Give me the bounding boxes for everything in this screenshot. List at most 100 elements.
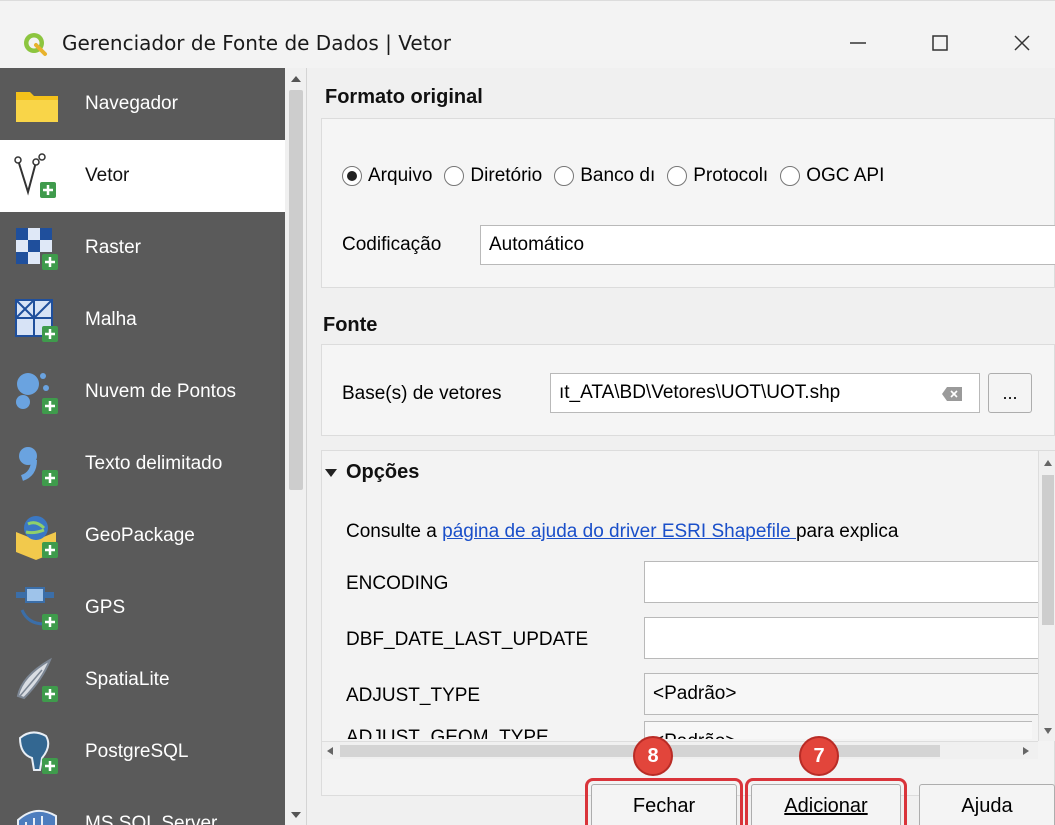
- vector-dataset-label: Base(s) de vetores: [342, 383, 502, 404]
- sidebar-item-postgresql[interactable]: PostgreSQL: [0, 716, 285, 788]
- sidebar-item-label: Vetor: [85, 165, 130, 186]
- options-horizontal-scrollbar[interactable]: [322, 741, 1038, 759]
- sidebar-item-label: Navegador: [85, 93, 178, 114]
- help-prefix: Consulte a: [346, 521, 443, 542]
- vector-dataset-input[interactable]: ıt_ATA\BD\Vetores\UOT\UOT.shp: [550, 373, 980, 413]
- radio-label: Banco dı: [580, 165, 656, 186]
- radio-indicator: [342, 166, 362, 186]
- vector-dataset-value: ıt_ATA\BD\Vetores\UOT\UOT.shp: [559, 382, 841, 403]
- scroll-left-icon: [327, 747, 333, 755]
- qgis-logo-icon: [24, 33, 47, 56]
- data-source-sidebar: Navegador Vetor Raster Malha Nuvem de Po…: [0, 68, 285, 825]
- help-suffix: para explica: [795, 521, 899, 542]
- section-title-formato: Formato original: [325, 86, 483, 108]
- option-label-adjust-geom-type: ADJUST_GEOM_TYPE: [346, 727, 549, 739]
- section-title-opcoes: Opções: [346, 461, 420, 483]
- sidebar-item-vetor[interactable]: Vetor: [0, 140, 285, 212]
- sidebar-item-label: GPS: [85, 597, 126, 618]
- option-label-adjust-type: ADJUST_TYPE: [346, 685, 481, 706]
- radio-indicator: [444, 166, 465, 186]
- sidebar-item-raster[interactable]: Raster: [0, 212, 285, 284]
- gps-icon: [16, 587, 58, 630]
- clipped-row: ADJUST_GEOM_TYPE <Padrão>: [322, 719, 1032, 739]
- highlight-close-button: [585, 778, 743, 825]
- maximize-button[interactable]: [912, 21, 968, 65]
- close-icon: [1014, 35, 1030, 51]
- sidebar-item-label: SpatiaLite: [85, 669, 170, 690]
- minimize-button[interactable]: [830, 21, 886, 65]
- option-select-adjust-type[interactable]: <Padrão>: [644, 673, 1044, 715]
- driver-help-text: Consulte a página de ajuda do driver ESR…: [346, 521, 898, 543]
- section-title-fonte: Fonte: [323, 314, 378, 336]
- sidebar-item-malha[interactable]: Malha: [0, 284, 285, 356]
- sidebar-item-gps[interactable]: GPS: [0, 572, 285, 644]
- scroll-up-icon: [1044, 460, 1052, 466]
- spatialite-icon: [16, 657, 58, 702]
- sidebar-item-nuvem-de-pontos[interactable]: Nuvem de Pontos: [0, 356, 285, 428]
- vector-icon: [14, 153, 56, 198]
- source-type-radio-group: Arquivo Diretório Banco dı Protocolı OGC…: [342, 165, 896, 187]
- radio-protocolo[interactable]: Protocolı: [667, 165, 768, 187]
- radio-label: Protocolı: [693, 165, 769, 186]
- scroll-down-icon: [291, 812, 301, 818]
- sidebar-item-label: Raster: [85, 237, 141, 258]
- option-select-adjust-geom-type[interactable]: <Padrão>: [644, 721, 1032, 739]
- radio-indicator: [780, 166, 801, 186]
- postgresql-icon: [18, 731, 58, 774]
- close-window-button[interactable]: [994, 21, 1050, 65]
- opcoes-panel: Opções Consulte a página de ajuda do dri…: [321, 450, 1055, 796]
- options-scroll-thumb[interactable]: [1042, 475, 1054, 625]
- sidebar-item-label: MS SQL Server: [85, 813, 218, 825]
- radio-ogc-api[interactable]: OGC API: [780, 165, 884, 187]
- radio-indicator: [667, 166, 688, 186]
- raster-icon: [16, 228, 58, 270]
- option-label-encoding: ENCODING: [346, 573, 449, 594]
- fonte-panel: Base(s) de vetores ıt_ATA\BD\Vetores\UOT…: [321, 344, 1055, 436]
- scroll-right-icon: [1023, 747, 1029, 755]
- geopackage-icon: [16, 516, 58, 560]
- option-label-dbf-date: DBF_DATE_LAST_UPDATE: [346, 629, 589, 650]
- radio-arquivo[interactable]: Arquivo: [342, 165, 432, 187]
- sidebar-scrollbar[interactable]: [285, 68, 307, 825]
- maximize-icon: [932, 35, 948, 51]
- encoding-select[interactable]: Automático: [480, 225, 1055, 265]
- step-badge-add: 7: [799, 736, 839, 776]
- help-button[interactable]: Ajuda: [919, 784, 1055, 825]
- radio-label: OGC API: [806, 165, 885, 186]
- option-input-encoding[interactable]: [644, 561, 1044, 603]
- sidebar-item-navegador[interactable]: Navegador: [0, 68, 285, 140]
- sidebar-item-label: Malha: [85, 309, 137, 330]
- option-input-dbf-date[interactable]: [644, 617, 1044, 659]
- clear-field-icon[interactable]: [941, 386, 963, 402]
- main-panel: Formato original Arquivo Diretório Banco…: [307, 68, 1055, 825]
- sidebar-item-texto-delimitado[interactable]: Texto delimitado: [0, 428, 285, 500]
- browse-button[interactable]: ...: [988, 373, 1032, 413]
- mssql-icon: [17, 809, 57, 825]
- sidebar-item-label: Nuvem de Pontos: [85, 381, 237, 402]
- sidebar-scroll-thumb[interactable]: [289, 90, 303, 490]
- options-vertical-scrollbar[interactable]: [1038, 451, 1055, 741]
- radio-label: Arquivo: [368, 165, 433, 186]
- driver-help-link[interactable]: página de ajuda do driver ESRI Shapefile: [442, 521, 796, 542]
- radio-diretorio[interactable]: Diretório: [444, 165, 542, 187]
- encoding-label: Codificação: [342, 234, 442, 255]
- scroll-up-icon: [291, 76, 301, 82]
- window-title: Gerenciador de Fonte de Dados | Vetor: [62, 31, 452, 55]
- sidebar-item-geopackage[interactable]: GeoPackage: [0, 500, 285, 572]
- radio-indicator: [554, 166, 575, 186]
- collapse-arrow-icon[interactable]: [324, 467, 338, 479]
- mesh-icon: [15, 299, 58, 342]
- scroll-down-icon: [1044, 728, 1052, 734]
- radio-label: Diretório: [470, 165, 543, 186]
- point-cloud-icon: [16, 373, 58, 414]
- delimited-text-icon: [19, 447, 58, 486]
- sidebar-item-label: Texto delimitado: [85, 453, 223, 474]
- radio-banco-de-dados[interactable]: Banco dı: [554, 165, 655, 187]
- sidebar-item-label: GeoPackage: [85, 525, 195, 546]
- sidebar-item-ms-sql-server[interactable]: MS SQL Server: [0, 788, 285, 825]
- minimize-icon: [850, 42, 866, 44]
- step-badge-close: 8: [633, 736, 673, 776]
- folder-icon: [16, 92, 58, 122]
- highlight-add-button: [745, 778, 907, 825]
- sidebar-item-spatialite[interactable]: SpatiaLite: [0, 644, 285, 716]
